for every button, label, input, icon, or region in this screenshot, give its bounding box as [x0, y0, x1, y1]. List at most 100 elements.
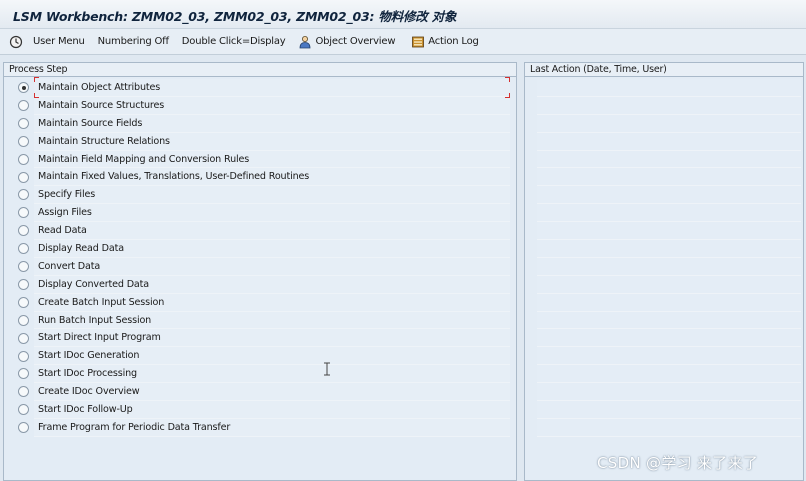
- log-book-icon: [411, 35, 425, 49]
- process-step-label: Maintain Object Attributes: [38, 81, 161, 93]
- radio-button[interactable]: [18, 243, 30, 255]
- process-step-label: Specify Files: [38, 189, 96, 201]
- object-overview-button[interactable]: Object Overview: [298, 35, 395, 49]
- process-step-row[interactable]: Specify Files: [34, 186, 510, 205]
- process-step-row[interactable]: Maintain Object Attributes: [34, 77, 510, 98]
- focus-marker: [34, 77, 39, 82]
- process-step-header: Process Step: [4, 63, 516, 77]
- radio-circle: [18, 117, 29, 129]
- numbering-off-label: Numbering Off: [97, 36, 169, 47]
- process-step-row[interactable]: Start IDoc Processing: [34, 365, 510, 384]
- action-log-button[interactable]: Action Log: [411, 35, 479, 49]
- numbering-off-button[interactable]: Numbering Off: [98, 36, 169, 47]
- radio-button[interactable]: [18, 332, 30, 345]
- radio-circle: [18, 225, 29, 237]
- process-step-label: Frame Program for Periodic Data Transfer: [38, 421, 231, 433]
- process-step-row[interactable]: Read Data: [34, 222, 510, 241]
- radio-circle: [18, 153, 29, 165]
- process-step-row[interactable]: Maintain Structure Relations: [34, 132, 510, 151]
- process-step-panel: Process Step Maintain Object Attributes M…: [3, 62, 517, 481]
- process-step-row[interactable]: Frame Program for Periodic Data Transfer: [34, 418, 510, 437]
- process-step-label: Start IDoc Generation: [38, 350, 140, 362]
- radio-button[interactable]: [18, 422, 30, 434]
- process-step-row[interactable]: Assign Files: [34, 204, 510, 223]
- radio-button[interactable]: [18, 225, 30, 237]
- action-log-label: Action Log: [428, 36, 479, 47]
- process-step-label: Run Batch Input Session: [38, 314, 152, 326]
- radio-circle: [18, 171, 29, 183]
- process-step-label: Start IDoc Processing: [38, 368, 137, 380]
- radio-circle: [18, 189, 29, 201]
- watermark: CSDN @学习 来了来了: [597, 454, 759, 472]
- process-step-label: Maintain Source Fields: [38, 117, 143, 129]
- last-action-row: [537, 347, 801, 366]
- radio-button[interactable]: [18, 135, 30, 148]
- last-action-header: Last Action (Date, Time, User): [525, 63, 803, 77]
- process-step-row[interactable]: Start Direct Input Program: [34, 329, 510, 348]
- process-step-list: Maintain Object Attributes Maintain Sourc…: [4, 77, 516, 437]
- process-step-label: Assign Files: [38, 207, 92, 219]
- radio-button[interactable]: [18, 189, 30, 201]
- radio-circle: [18, 332, 29, 344]
- process-step-row[interactable]: Run Batch Input Session: [34, 311, 510, 330]
- process-step-label: Read Data: [38, 225, 87, 237]
- process-step-label: Create Batch Input Session: [38, 296, 165, 308]
- last-action-row: [537, 186, 801, 205]
- last-action-row: [537, 204, 801, 223]
- radio-button[interactable]: [18, 368, 30, 380]
- process-step-label: Maintain Source Structures: [38, 99, 165, 111]
- last-action-row: [537, 96, 801, 115]
- process-step-row[interactable]: Convert Data: [34, 257, 510, 276]
- radio-button[interactable]: [18, 296, 30, 309]
- title-bar: LSM Workbench: ZMM02_03, ZMM02_03, ZMM02…: [0, 0, 806, 29]
- radio-button[interactable]: [18, 350, 30, 363]
- radio-circle: [18, 296, 29, 308]
- object-overview-label: Object Overview: [315, 36, 396, 47]
- process-step-row[interactable]: Maintain Source Fields: [34, 114, 510, 133]
- process-step-label: Maintain Structure Relations: [38, 135, 170, 147]
- radio-button[interactable]: [18, 278, 30, 291]
- radio-circle: [18, 314, 29, 326]
- last-action-row: [537, 275, 801, 294]
- process-step-row[interactable]: Display Converted Data: [34, 275, 510, 294]
- process-step-label: Display Converted Data: [38, 278, 149, 290]
- radio-circle: [18, 368, 29, 380]
- radio-button[interactable]: [18, 207, 30, 219]
- last-action-row: [537, 132, 801, 151]
- last-action-row: [537, 150, 801, 169]
- user-menu-button[interactable]: User Menu: [9, 35, 85, 49]
- radio-button[interactable]: [18, 82, 30, 94]
- person-icon: [298, 35, 312, 49]
- focus-marker: [505, 92, 510, 98]
- radio-circle: [18, 99, 29, 111]
- process-step-row[interactable]: Maintain Field Mapping and Conversion Ru…: [34, 150, 510, 169]
- last-action-row: [537, 329, 801, 348]
- application-toolbar: User Menu Numbering Off Double Click=Dis…: [0, 29, 806, 55]
- process-step-label: Convert Data: [38, 260, 101, 272]
- radio-button[interactable]: [18, 153, 30, 166]
- last-action-row: [537, 365, 801, 384]
- process-step-row[interactable]: Maintain Fixed Values, Translations, Use…: [34, 168, 510, 187]
- process-step-row[interactable]: Create Batch Input Session: [34, 293, 510, 312]
- radio-button[interactable]: [18, 386, 30, 398]
- radio-button[interactable]: [18, 404, 30, 416]
- focus-marker: [505, 77, 510, 82]
- process-step-row[interactable]: Display Read Data: [34, 240, 510, 258]
- radio-circle: [18, 422, 29, 434]
- double-click-display-button[interactable]: Double Click=Display: [182, 36, 286, 47]
- user-menu-icon: [9, 35, 23, 49]
- process-step-row[interactable]: Start IDoc Generation: [34, 347, 510, 366]
- process-step-row[interactable]: Maintain Source Structures: [34, 96, 510, 115]
- process-step-row[interactable]: Start IDoc Follow-Up: [34, 401, 510, 419]
- radio-button[interactable]: [18, 261, 30, 273]
- radio-button[interactable]: [18, 117, 30, 130]
- last-action-row: [537, 383, 801, 402]
- radio-button[interactable]: [18, 314, 30, 327]
- radio-circle: [18, 278, 29, 290]
- process-step-row[interactable]: Create IDoc Overview: [34, 383, 510, 402]
- radio-button[interactable]: [18, 171, 30, 184]
- last-action-panel: Last Action (Date, Time, User): [524, 62, 804, 481]
- process-step-label: Start IDoc Follow-Up: [38, 403, 133, 415]
- radio-circle: [18, 243, 29, 255]
- radio-button[interactable]: [18, 99, 30, 112]
